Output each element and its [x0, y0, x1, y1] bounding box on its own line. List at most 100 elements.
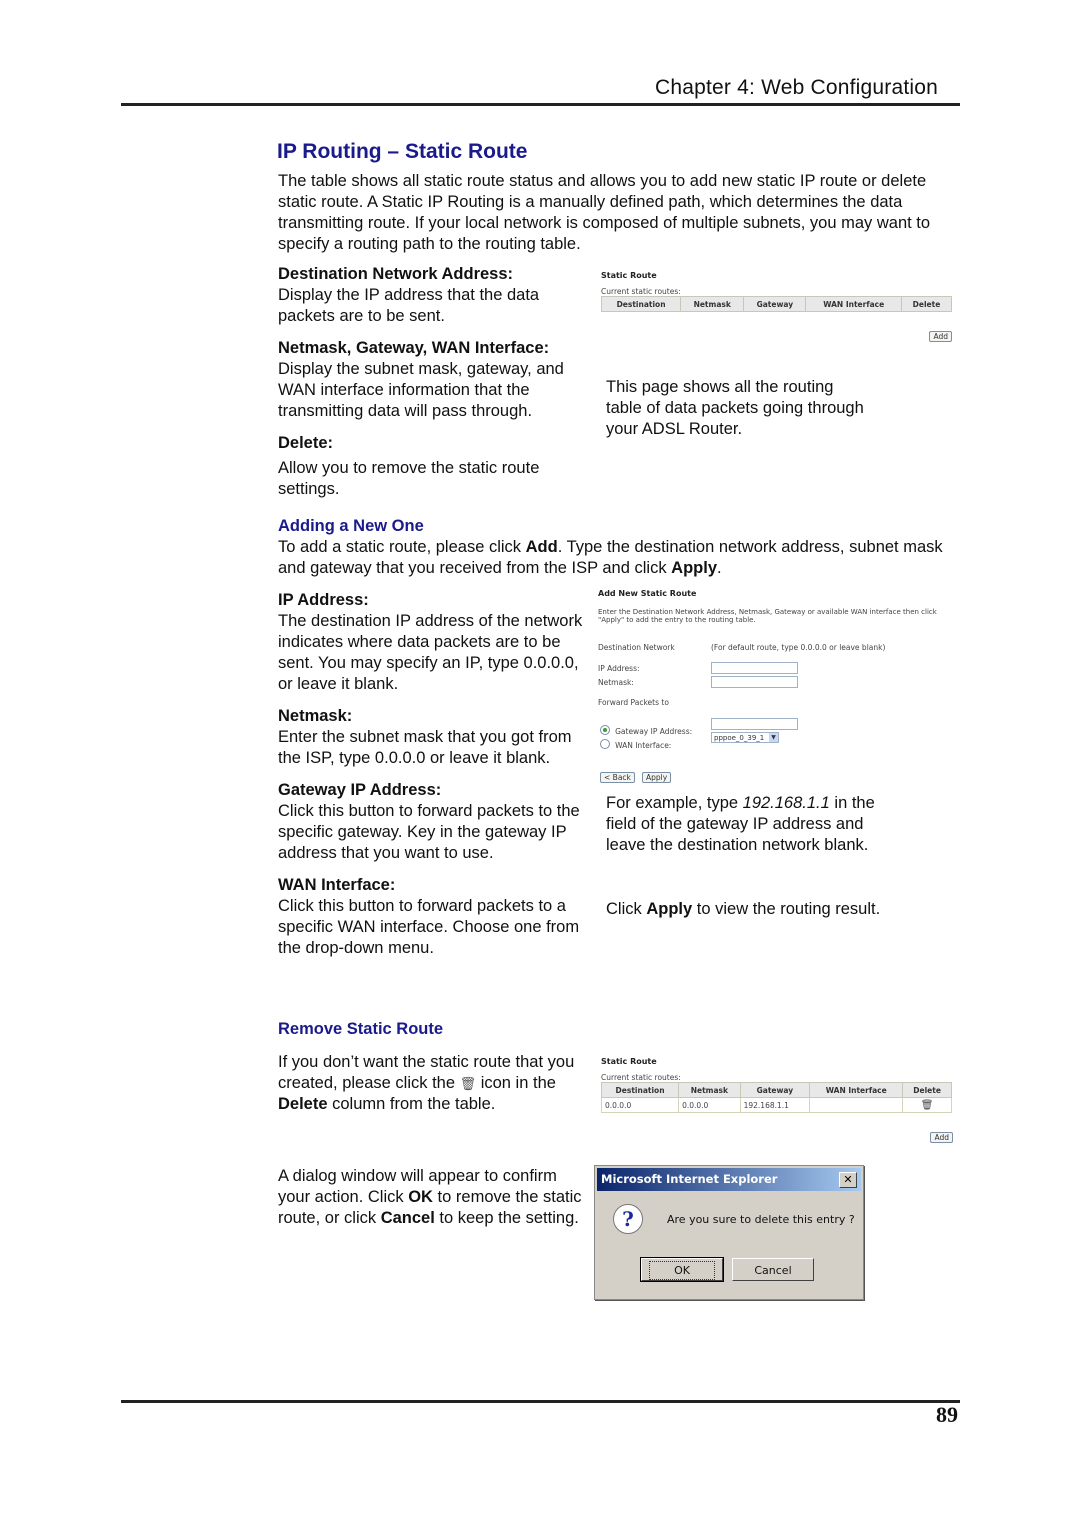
adding-paragraph: To add a static route, please click Add.… [278, 537, 958, 579]
adding-heading: Adding a New One [278, 517, 424, 535]
dest-network-hint: (For default route, type 0.0.0.0 or leav… [711, 643, 886, 652]
field-heading: Destination Network Address: [278, 265, 514, 283]
ok-emphasis: OK [408, 1188, 433, 1206]
column-header: Gateway [743, 296, 807, 312]
ok-label: OK [649, 1261, 715, 1280]
static-route-panel: Static Route Current static routes: Dest… [600, 271, 956, 343]
table-header-row: Destination Netmask Gateway WAN Interfac… [600, 296, 953, 312]
panel-title: Static Route [601, 271, 657, 280]
page-number: 89 [936, 1402, 958, 1427]
routing-note: This page shows all the routing table of… [606, 378, 864, 438]
add-button[interactable]: Add [929, 331, 952, 342]
current-routes-label: Current static routes: [601, 1073, 681, 1082]
cell-delete: 🗑 [902, 1097, 952, 1113]
field-heading: IP Address: [278, 591, 369, 609]
column-header: Delete [902, 1082, 952, 1098]
back-button[interactable]: < Back [600, 772, 635, 783]
column-header: Netmask [678, 1082, 741, 1098]
delete-emphasis: Delete [278, 1095, 328, 1113]
cancel-emphasis: Cancel [380, 1209, 435, 1227]
field-text: Display the subnet mask, gateway, and WA… [278, 360, 564, 420]
wan-radio-row: WAN Interface: [600, 733, 671, 752]
wan-interface-radio[interactable] [600, 738, 610, 749]
text: to view the routing result. [692, 900, 881, 918]
text: . [717, 559, 722, 577]
dialog-message: Are you sure to delete this entry ? [667, 1213, 855, 1226]
column-header: Netmask [680, 296, 745, 312]
wan-interface-select[interactable]: pppoe_0_39_1 ▼ [711, 732, 779, 743]
field-text: Click this button to forward packets to … [278, 897, 580, 957]
close-icon[interactable]: ✕ [839, 1172, 857, 1188]
trash-icon[interactable]: 🗑 [921, 1100, 934, 1111]
text: Click [606, 900, 647, 918]
dialog-paragraph: A dialog window will appear to confirm y… [278, 1166, 590, 1229]
field-heading: Gateway IP Address: [278, 781, 442, 799]
static-route-table: Destination Netmask Gateway WAN Interfac… [600, 1082, 952, 1113]
add-emphasis: Add [525, 538, 558, 556]
forward-packets-label: Forward Packets to [598, 698, 669, 707]
field-text: Click this button to forward packets to … [278, 802, 580, 862]
apply-emphasis: Apply [646, 900, 693, 918]
static-route-table: Destination Netmask Gateway WAN Interfac… [600, 296, 953, 312]
add-static-route-panel: Add New Static Route Enter the Destinati… [598, 589, 963, 783]
cell-wan-interface [809, 1097, 904, 1113]
panel-title: Static Route [601, 1057, 657, 1066]
panel-title: Add New Static Route [598, 589, 697, 598]
intro-paragraph: The table shows all static route status … [278, 172, 931, 253]
apply-note: Click Apply to view the routing result. [606, 899, 926, 920]
field-descriptions: Destination Network Address: Display the… [278, 264, 590, 500]
text: to keep the setting. [434, 1209, 579, 1227]
field-text: Display the IP address that the data pac… [278, 286, 540, 325]
remove-paragraph: If you don’t want the static route that … [278, 1052, 590, 1115]
header-rule [121, 103, 960, 106]
example-ip: 192.168.1.1 [742, 794, 830, 812]
chevron-down-icon: ▼ [769, 733, 778, 742]
field-heading: WAN Interface: [278, 876, 396, 894]
column-header: Gateway [739, 1082, 811, 1098]
field-heading: Delete: [278, 434, 334, 452]
static-route-panel-with-entry: Static Route Current static routes: Dest… [600, 1057, 956, 1144]
add-button[interactable]: Add [930, 1132, 953, 1143]
confirm-dialog: Microsoft Internet Explorer ✕ ? Are you … [594, 1165, 864, 1300]
dialog-title: Microsoft Internet Explorer [601, 1172, 778, 1186]
cancel-button[interactable]: Cancel [732, 1258, 814, 1281]
cell-destination: 0.0.0.0 [600, 1097, 680, 1113]
column-header: Destination [600, 1082, 680, 1098]
text: For example, type [606, 794, 743, 812]
ok-button[interactable]: OK [640, 1257, 724, 1282]
field-heading: Netmask: [278, 707, 353, 725]
footer-rule [121, 1400, 960, 1403]
current-routes-label: Current static routes: [601, 287, 681, 296]
netmask-input[interactable] [711, 676, 798, 688]
cell-gateway: 192.168.1.1 [739, 1097, 811, 1113]
column-header: Destination [600, 296, 682, 312]
field-text: The destination IP address of the networ… [278, 612, 583, 693]
dest-network-label: Destination Network [598, 643, 675, 652]
gateway-ip-input[interactable] [711, 718, 798, 730]
panel-instructions: Enter the Destination Network Address, N… [598, 608, 937, 624]
apply-emphasis: Apply [671, 559, 718, 577]
wan-interface-selected: pppoe_0_39_1 [714, 733, 765, 742]
table-header-row: Destination Netmask Gateway WAN Interfac… [600, 1082, 952, 1098]
ip-address-label: IP Address: [598, 664, 640, 673]
question-icon: ? [613, 1204, 643, 1234]
apply-button[interactable]: Apply [641, 772, 672, 783]
text: icon in the [476, 1074, 556, 1092]
netmask-label: Netmask: [598, 678, 634, 687]
field-text: Allow you to remove the static route set… [278, 459, 540, 498]
text: To add a static route, please click [278, 538, 526, 556]
field-text: Enter the subnet mask that you got from … [278, 728, 572, 767]
table-row: 0.0.0.0 0.0.0.0 192.168.1.1 🗑 [600, 1097, 952, 1113]
text: column from the table. [327, 1095, 496, 1113]
chapter-header: Chapter 4: Web Configuration [655, 76, 939, 99]
column-header: WAN Interface [805, 296, 902, 312]
dialog-titlebar: Microsoft Internet Explorer ✕ [597, 1168, 861, 1191]
example-paragraph: For example, type 192.168.1.1 in the fie… [606, 793, 906, 856]
field-heading: Netmask, Gateway, WAN Interface: [278, 339, 550, 357]
ip-address-input[interactable] [711, 662, 798, 674]
remove-heading: Remove Static Route [278, 1020, 444, 1038]
page-title: IP Routing – Static Route [277, 140, 528, 163]
column-header: WAN Interface [809, 1082, 904, 1098]
cell-netmask: 0.0.0.0 [678, 1097, 741, 1113]
adding-field-descriptions: IP Address: The destination IP address o… [278, 590, 588, 959]
